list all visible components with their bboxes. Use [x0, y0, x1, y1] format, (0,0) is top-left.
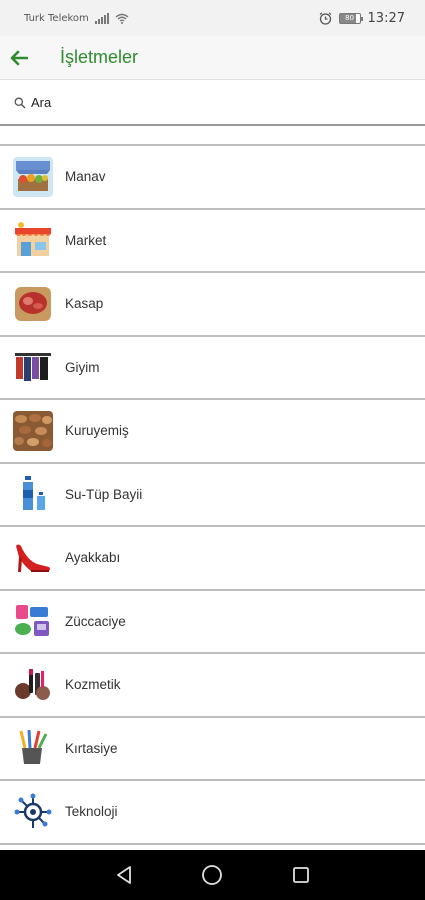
- nuts-icon: [13, 410, 53, 451]
- category-label: Kasap: [65, 296, 104, 312]
- system-nav-bar: [0, 850, 425, 900]
- alarm-icon: [319, 11, 331, 25]
- category-manav[interactable]: Manav: [0, 146, 425, 210]
- wifi-icon: [115, 13, 129, 24]
- greengrocer-icon: [13, 156, 53, 197]
- category-label: Kırtasiye: [65, 740, 118, 756]
- category-kuruyemis[interactable]: Kuruyemiş: [0, 400, 425, 464]
- category-label: Kozmetik: [65, 677, 121, 693]
- carrier-name: Turk Telekom: [24, 12, 89, 24]
- stationery-icon: [13, 728, 53, 769]
- nav-back-button[interactable]: [104, 855, 144, 895]
- category-giyim[interactable]: Giyim: [0, 337, 425, 400]
- category-label: Manav: [65, 169, 106, 185]
- butcher-icon: [13, 283, 53, 324]
- arrow-left-icon: [10, 50, 28, 65]
- clock: 13:27: [367, 10, 405, 26]
- app-bar: İşletmeler: [0, 36, 425, 80]
- category-zuccaciye[interactable]: Züccaciye: [0, 591, 425, 654]
- category-kirtasiye[interactable]: Kırtasiye: [0, 718, 425, 781]
- status-bar: Turk Telekom 80 13:27: [0, 0, 425, 36]
- search-input[interactable]: [31, 95, 411, 110]
- battery-icon: 80: [338, 12, 363, 24]
- water-bottle-icon: [13, 474, 53, 515]
- category-label: Su-Tüp Bayii: [65, 486, 143, 502]
- battery-level: 80: [345, 13, 354, 22]
- search-icon: [14, 97, 26, 108]
- signal-icon: [94, 12, 109, 24]
- category-teknoloji[interactable]: Teknoloji: [0, 781, 425, 845]
- category-su-tup-bayii[interactable]: Su-Tüp Bayii: [0, 464, 425, 527]
- category-label: Market: [65, 232, 107, 248]
- housewares-icon: [13, 601, 53, 642]
- category-market[interactable]: Market: [0, 210, 425, 273]
- category-kasap[interactable]: Kasap: [0, 273, 425, 337]
- cosmetics-icon: [13, 664, 53, 705]
- market-icon: [13, 220, 53, 261]
- clothing-icon: [13, 347, 53, 388]
- category-label: Ayakkabı: [65, 550, 121, 566]
- shoe-icon: [13, 537, 53, 578]
- technology-icon: [13, 791, 53, 832]
- category-label: Giyim: [65, 359, 100, 375]
- back-button[interactable]: [2, 41, 36, 75]
- circle-home-icon: [202, 865, 223, 885]
- nav-home-button[interactable]: [192, 855, 232, 895]
- category-list: Manav Market Kasap Giyim Kuruyemiş Su-Tü…: [0, 146, 425, 845]
- triangle-back-icon: [117, 866, 132, 884]
- search-bar: [0, 81, 425, 126]
- nav-recents-button[interactable]: [281, 855, 321, 895]
- category-ayakkabi[interactable]: Ayakkabı: [0, 527, 425, 591]
- category-label: Kuruyemiş: [65, 423, 129, 439]
- square-recents-icon: [292, 867, 309, 883]
- category-kozmetik[interactable]: Kozmetik: [0, 654, 425, 718]
- page-title: İşletmeler: [60, 47, 139, 67]
- category-label: Züccaciye: [65, 613, 126, 629]
- category-label: Teknoloji: [65, 804, 118, 820]
